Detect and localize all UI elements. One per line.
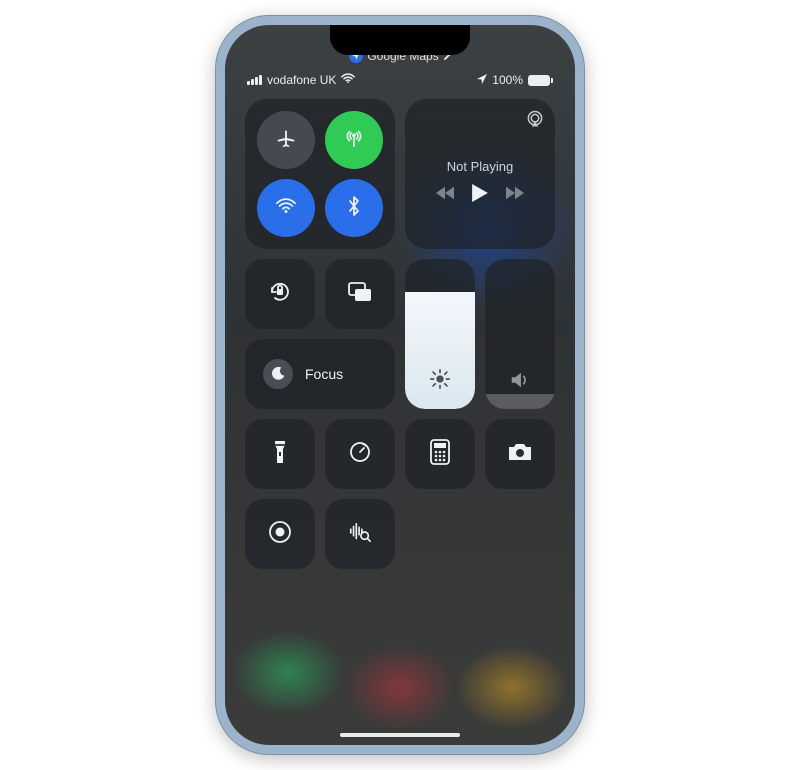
camera-button[interactable] [485,419,555,489]
media-player-tile[interactable]: Not Playing [405,99,555,249]
status-bar: vodafone UK 100% [225,71,575,89]
brightness-icon [405,368,475,395]
screen: Google Maps vodafone UK 100% [225,25,575,745]
control-center: Not Playing [245,99,555,569]
airplane-mode-button[interactable] [257,111,315,169]
rotation-lock-button[interactable] [245,259,315,329]
flashlight-icon [272,439,288,470]
calculator-icon [430,439,450,470]
carrier-label: vodafone UK [267,73,336,87]
next-track-button[interactable] [506,186,524,203]
record-icon [268,520,292,549]
screen-mirroring-button[interactable] [325,259,395,329]
airplane-icon [275,127,297,154]
volume-slider[interactable] [485,259,555,409]
music-recognition-button[interactable] [325,499,395,569]
moon-icon [263,359,293,389]
flashlight-button[interactable] [245,419,315,489]
screen-record-button[interactable] [245,499,315,569]
rotation-lock-icon [267,279,293,310]
wifi-icon [275,197,297,220]
bluetooth-icon [347,195,361,222]
home-indicator[interactable] [340,733,460,737]
volume-icon [485,370,555,395]
battery-icon [528,75,553,86]
notch [330,25,470,55]
screen-mirroring-icon [347,281,373,308]
antenna-icon [343,127,365,154]
cellular-data-button[interactable] [325,111,383,169]
connectivity-group[interactable] [245,99,395,249]
media-title: Not Playing [447,159,513,174]
iphone-frame: Google Maps vodafone UK 100% [215,15,585,755]
bluetooth-button[interactable] [325,179,383,237]
brightness-slider[interactable] [405,259,475,409]
camera-icon [507,441,533,468]
focus-button[interactable]: Focus [245,339,395,409]
timer-icon [348,440,372,469]
location-status-icon [477,73,487,87]
wifi-status-icon [341,73,355,87]
focus-label: Focus [305,366,343,382]
timer-button[interactable] [325,419,395,489]
sound-search-icon [348,520,372,549]
wifi-button[interactable] [257,179,315,237]
signal-bars-icon [247,75,262,85]
airplay-icon[interactable] [525,109,545,132]
previous-track-button[interactable] [436,186,454,203]
calculator-button[interactable] [405,419,475,489]
play-button[interactable] [472,184,488,205]
battery-pct: 100% [492,73,523,87]
